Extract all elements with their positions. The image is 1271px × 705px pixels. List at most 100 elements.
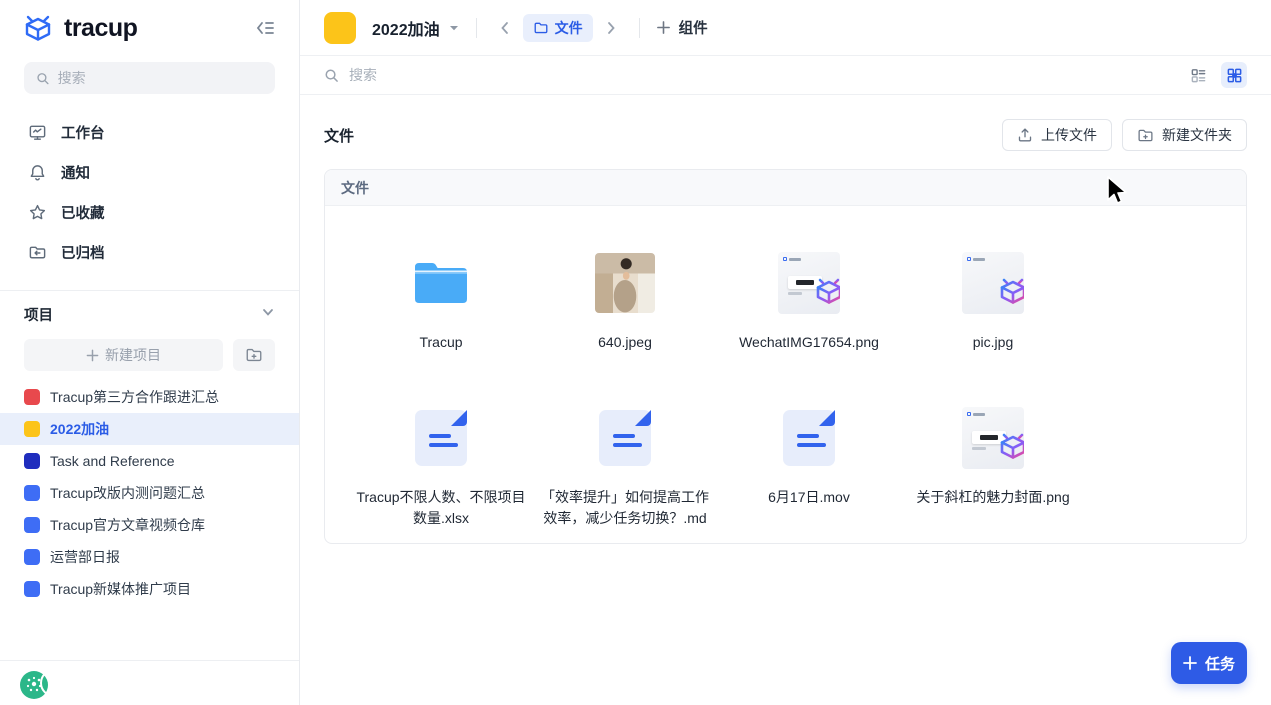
sidebar-item-label: 已收藏: [61, 202, 105, 223]
upload-icon: [1017, 127, 1033, 143]
sidebar-item-4[interactable]: 已归档: [0, 232, 299, 272]
project-title: 2022加油: [372, 16, 440, 40]
project-item[interactable]: 2022加油: [0, 413, 299, 445]
file-item[interactable]: pic.jpg: [901, 248, 1085, 353]
tab-files[interactable]: 文件: [523, 14, 593, 42]
gradient-cube-icon: [996, 432, 1024, 469]
files-page-header: 文件 上传文件 新建文件夹: [324, 119, 1247, 151]
plus-icon: [1183, 656, 1197, 670]
sidebar-footer: [0, 660, 299, 705]
project-color-swatch: [24, 581, 40, 597]
gradient-cube-icon: [996, 277, 1024, 314]
project-item[interactable]: Tracup官方文章视频仓库: [0, 509, 299, 541]
new-folder-button[interactable]: 新建文件夹: [1122, 119, 1247, 151]
sidebar-item-label: 通知: [61, 162, 90, 183]
content-search-input[interactable]: [349, 67, 1185, 83]
project-name: Tracup官方文章视频仓库: [50, 515, 205, 535]
folder-plus-icon: [245, 346, 263, 364]
sidebar-collapse-icon[interactable]: [253, 16, 277, 40]
file-thumbnail: [962, 403, 1024, 473]
search-icon: [324, 68, 339, 83]
list-view-button[interactable]: [1185, 62, 1211, 88]
workbench-icon: [28, 123, 47, 142]
project-item[interactable]: Tracup新媒体推广项目: [0, 573, 299, 605]
upload-file-button[interactable]: 上传文件: [1002, 119, 1112, 151]
chevron-down-icon[interactable]: [261, 305, 275, 324]
nav-forward-icon[interactable]: [599, 16, 623, 40]
project-name: 运营部日报: [50, 547, 120, 567]
new-project-folder-button[interactable]: [233, 339, 275, 371]
sidebar: tracup 工作台通知已收藏已归档 项目 新建项目: [0, 0, 300, 705]
project-item[interactable]: Task and Reference: [0, 445, 299, 477]
file-item[interactable]: Tracup: [349, 248, 533, 353]
file-thumbnail: [415, 403, 467, 473]
folder-plus-icon: [1137, 127, 1154, 144]
file-thumbnail: [595, 248, 655, 318]
file-item[interactable]: Tracup不限人数、不限项目数量.xlsx: [349, 403, 533, 529]
sidebar-item-2[interactable]: 通知: [0, 152, 299, 192]
new-folder-label: 新建文件夹: [1162, 125, 1232, 145]
file-item[interactable]: 关于斜杠的魅力封面.png: [901, 403, 1085, 529]
project-color-swatch: [24, 453, 40, 469]
page-actions: 上传文件 新建文件夹: [1002, 119, 1247, 151]
file-item[interactable]: 6月17日.mov: [717, 403, 901, 529]
files-card-header: 文件: [325, 170, 1246, 206]
file-item[interactable]: 640.jpeg: [533, 248, 717, 353]
avatar[interactable]: [40, 669, 68, 697]
project-color-swatch: [24, 517, 40, 533]
project-name: Task and Reference: [50, 453, 175, 469]
grid-view-button[interactable]: [1221, 62, 1247, 88]
files-card-title: 文件: [341, 178, 369, 198]
list-view-icon: [1190, 67, 1207, 84]
file-name: WechatIMG17654.png: [739, 332, 879, 353]
file-thumbnail: [783, 403, 835, 473]
new-task-fab-button[interactable]: 任务: [1171, 642, 1247, 684]
upload-file-label: 上传文件: [1041, 125, 1097, 145]
folder-icon: [412, 259, 470, 307]
sidebar-search-input[interactable]: [58, 70, 263, 86]
document-icon: [415, 410, 467, 466]
project-name: Tracup第三方合作跟进汇总: [50, 387, 219, 407]
project-item[interactable]: Tracup改版内测问题汇总: [0, 477, 299, 509]
file-item[interactable]: WechatIMG17654.png: [717, 248, 901, 353]
view-toggles: [1185, 62, 1247, 88]
projects-header-label: 项目: [24, 304, 53, 325]
sidebar-item-1[interactable]: 工作台: [0, 112, 299, 152]
project-item[interactable]: Tracup第三方合作跟进汇总: [0, 381, 299, 413]
file-name: 「效率提升」如何提高工作效率，减少任务切换？.md: [539, 487, 711, 529]
project-color-swatch: [24, 485, 40, 501]
avatar-group[interactable]: [18, 669, 68, 697]
file-item[interactable]: 「效率提升」如何提高工作效率，减少任务切换？.md: [533, 403, 717, 529]
project-list: Tracup第三方合作跟进汇总 2022加油 Task and Reference T…: [0, 381, 299, 605]
content-search-bar: [300, 56, 1271, 95]
file-name: pic.jpg: [973, 332, 1013, 353]
file-name: Tracup: [419, 332, 462, 353]
star-icon: [28, 203, 47, 222]
archive-icon: [28, 243, 47, 262]
page-title: 文件: [324, 125, 354, 146]
project-item[interactable]: 运营部日报: [0, 541, 299, 573]
projects-section-header[interactable]: 项目: [0, 291, 299, 337]
mini-tracup-logo: [967, 412, 985, 416]
document-icon: [599, 410, 651, 466]
project-color-icon[interactable]: [324, 12, 356, 44]
file-thumbnail: [778, 248, 840, 318]
image-thumbnail: [962, 252, 1024, 314]
search-icon: [36, 71, 50, 86]
file-name: Tracup不限人数、不限项目数量.xlsx: [355, 487, 527, 529]
mini-tracup-logo: [967, 257, 985, 261]
sidebar-item-3[interactable]: 已收藏: [0, 192, 299, 232]
sidebar-search[interactable]: [24, 62, 275, 94]
new-project-row: 新建项目: [0, 339, 299, 371]
project-title-caret-icon[interactable]: [448, 22, 460, 34]
nav-back-icon[interactable]: [493, 16, 517, 40]
files-page: 文件 上传文件 新建文件夹: [300, 95, 1271, 705]
brand-row: tracup: [0, 0, 299, 56]
file-name: 640.jpeg: [598, 332, 652, 353]
new-project-button[interactable]: 新建项目: [24, 339, 223, 371]
grid-view-icon: [1226, 67, 1243, 84]
sidebar-menu: 工作台通知已收藏已归档: [0, 104, 299, 276]
main-area: 2022加油 文件 组件: [300, 0, 1271, 705]
separator: [476, 18, 477, 38]
add-component-button[interactable]: 组件: [656, 17, 708, 38]
